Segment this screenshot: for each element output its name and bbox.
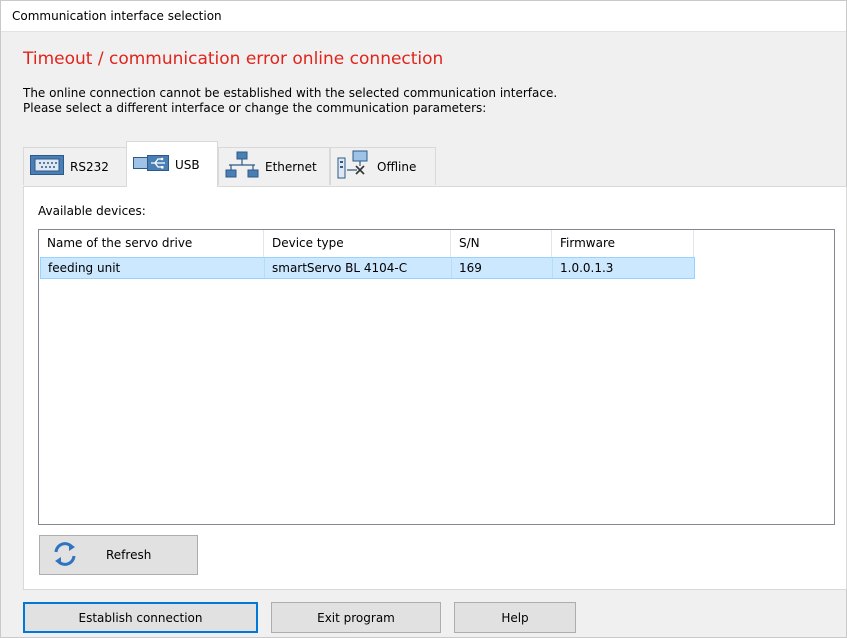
dialog-window: Communication interface selection Timeou…: [0, 0, 847, 638]
establish-connection-button[interactable]: Establish connection: [23, 602, 258, 633]
column-header-sn[interactable]: S/N: [451, 230, 552, 257]
column-header-name[interactable]: Name of the servo drive: [39, 230, 264, 257]
column-header-firmware[interactable]: Firmware: [552, 230, 694, 257]
device-type-cell: smartServo BL 4104-C: [265, 258, 452, 278]
error-heading: Timeout / communication error online con…: [23, 49, 444, 69]
exit-program-button[interactable]: Exit program: [271, 602, 441, 633]
help-button[interactable]: Help: [454, 602, 576, 633]
column-header-device-type[interactable]: Device type: [264, 230, 451, 257]
refresh-icon: [40, 541, 78, 570]
refresh-button[interactable]: Refresh: [39, 535, 198, 575]
tab-label: Ethernet: [265, 159, 317, 174]
offline-icon: [337, 150, 371, 183]
table-row[interactable]: feeding unit smartServo BL 4104-C 169 1.…: [40, 257, 695, 279]
device-list[interactable]: Name of the servo drive Device type S/N …: [38, 229, 835, 525]
tab-ethernet[interactable]: Ethernet: [218, 147, 330, 185]
tab-usb[interactable]: USB: [126, 141, 218, 187]
window-title: Communication interface selection: [12, 9, 222, 23]
serial-port-icon: [30, 155, 64, 178]
title-bar: Communication interface selection: [1, 1, 846, 32]
tab-label: RS232: [70, 159, 109, 174]
available-devices-label: Available devices:: [38, 204, 146, 218]
usb-tab-panel: Available devices: Name of the servo dri…: [23, 186, 847, 590]
usb-icon: [133, 153, 169, 176]
error-message-line1: The online connection cannot be establis…: [23, 86, 558, 100]
tab-offline[interactable]: Offline: [330, 147, 436, 185]
network-icon: [225, 151, 259, 182]
device-firmware-cell: 1.0.0.1.3: [560, 261, 614, 275]
tab-rs232[interactable]: RS232: [23, 147, 127, 185]
device-list-header: Name of the servo drive Device type S/N …: [39, 230, 834, 257]
refresh-label: Refresh: [106, 548, 152, 562]
device-name-cell: feeding unit: [41, 258, 265, 278]
tab-label: USB: [175, 157, 200, 172]
device-sn-cell: 169: [452, 258, 553, 278]
tab-label: Offline: [377, 159, 417, 174]
error-message-line2: Please select a different interface or c…: [23, 101, 487, 115]
